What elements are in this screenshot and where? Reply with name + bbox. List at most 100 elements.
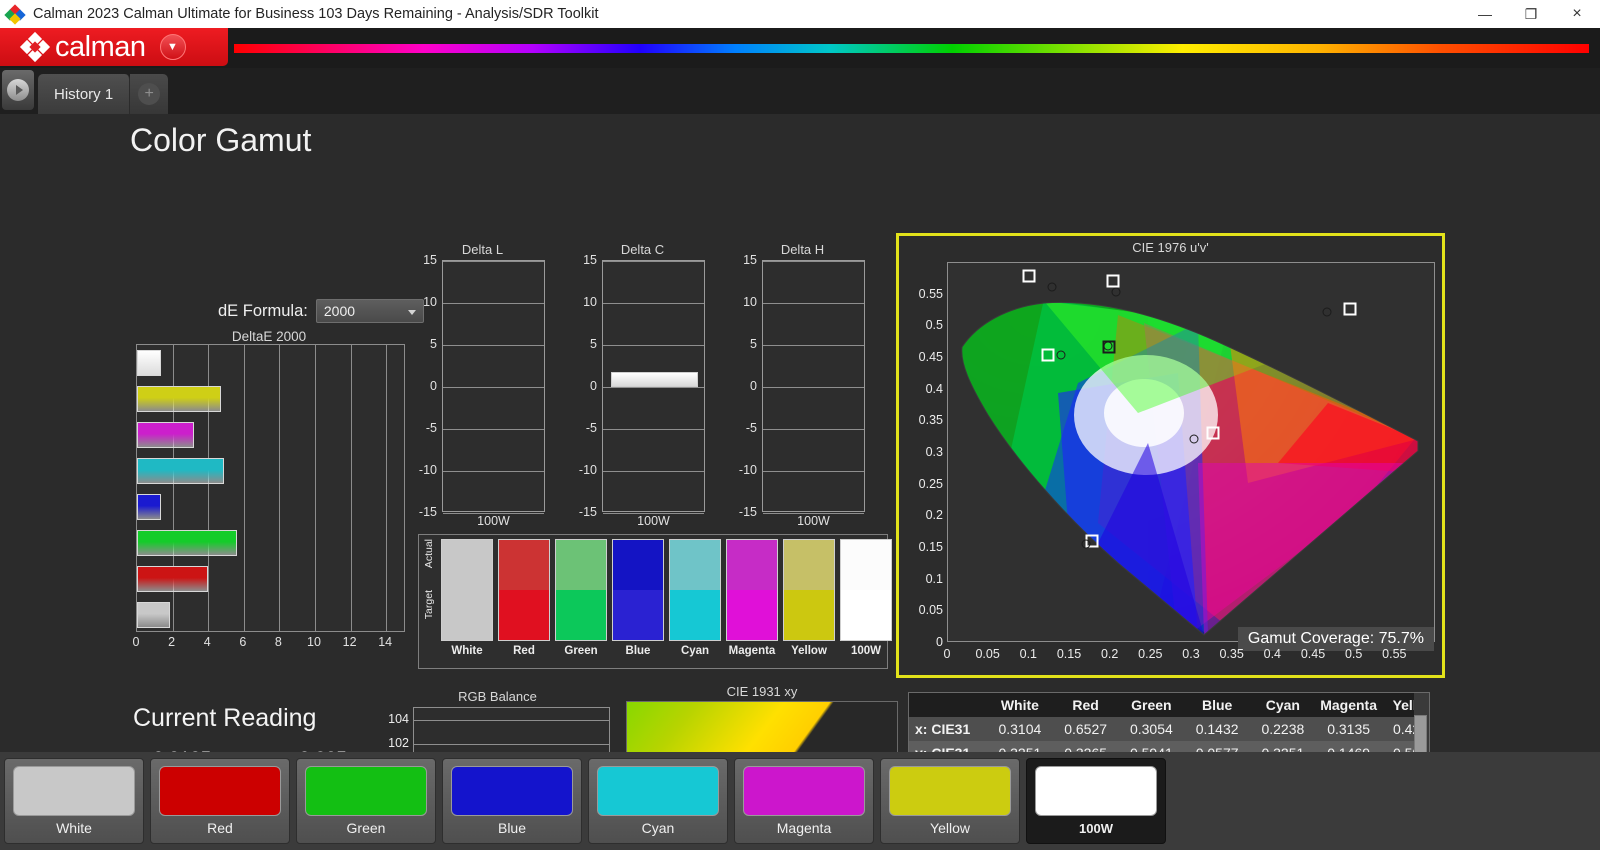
column-header[interactable]: Blue	[1184, 693, 1250, 717]
table-row[interactable]: x: CIE31 0.3104 0.6527 0.3054 0.1432 0.2238 0.…	[909, 717, 1414, 741]
axis-tick-label: 0	[132, 635, 140, 649]
axis-tick-label: 2	[168, 635, 176, 649]
gridline	[603, 471, 704, 472]
delta-l-title: Delta L	[461, 242, 504, 257]
table-row	[137, 602, 170, 628]
sidebar-expand-button[interactable]	[2, 70, 34, 110]
delta-h-title: Delta H	[780, 242, 825, 257]
delta-h-plot-area	[762, 260, 865, 514]
axis-tick-label: 0	[430, 379, 437, 393]
swatch-actual	[556, 540, 606, 590]
swatch-target	[442, 590, 492, 640]
pattern-button-cyan[interactable]: Cyan	[588, 758, 728, 844]
pattern-swatch	[305, 766, 427, 816]
pattern-button-yellow[interactable]: Yellow	[880, 758, 1020, 844]
pattern-button-red[interactable]: Red	[150, 758, 290, 844]
column-header[interactable]: Yellow	[1381, 693, 1414, 717]
gridline	[315, 345, 316, 631]
swatch-label: Red	[513, 645, 535, 657]
target-marker-red	[1343, 302, 1357, 316]
target-marker-yellow	[1106, 274, 1120, 288]
measured-marker-magenta	[1189, 434, 1199, 444]
gamut-coverage-label: Gamut Coverage:	[1247, 630, 1375, 647]
swatch-green[interactable]	[555, 539, 607, 641]
minimize-button[interactable]: —	[1462, 0, 1508, 28]
axis-tick-label: 5	[590, 337, 597, 351]
axis-tick-label: 104	[388, 712, 409, 726]
swatch-cyan[interactable]	[669, 539, 721, 641]
pattern-button-100w[interactable]: 100W	[1026, 758, 1166, 844]
gridline	[443, 387, 544, 388]
close-button[interactable]: ×	[1554, 0, 1600, 28]
axis-tick-label: 0.45	[1300, 647, 1326, 661]
title-bar: Calman 2023 Calman Ultimate for Business…	[0, 0, 1600, 28]
table-cell: 0.3135	[1315, 717, 1382, 741]
cie-1931-title: CIE 1931 xy	[726, 684, 798, 699]
delta-l-chart: Delta L 100W 15 10 5 0 -5 -10 -15	[419, 242, 545, 528]
tab-history-1[interactable]: History 1	[38, 74, 131, 114]
swatch-label: Blue	[625, 645, 651, 657]
gridline	[386, 345, 388, 631]
column-header[interactable]: Cyan	[1250, 693, 1316, 717]
delta-e-chart: DeltaE 2000 0 2 4 6 8 10 12 14	[133, 329, 405, 649]
gridline	[603, 345, 704, 346]
column-header[interactable]: Green	[1118, 693, 1185, 717]
gridline	[763, 261, 864, 262]
pattern-button-green[interactable]: Green	[296, 758, 436, 844]
swatch-actual	[727, 540, 777, 590]
swatch-white[interactable]	[441, 539, 493, 641]
cie-1976-uv-chart: CIE 1976 u'v' Gamut Coverage: 75.7% 0 0.…	[896, 233, 1445, 678]
current-reading-title: Current Reading	[133, 704, 317, 732]
pattern-swatch	[743, 766, 865, 816]
bottom-toolbar: WhiteRedGreenBlueCyanMagentaYellow100W ■…	[0, 752, 1600, 850]
spectrum-gradient-bar	[234, 44, 1589, 53]
swatch-magenta[interactable]	[726, 539, 778, 641]
add-tab-button[interactable]: +	[130, 74, 169, 114]
column-header[interactable]	[909, 693, 987, 717]
swatch-100w[interactable]	[840, 539, 892, 641]
axis-tick-label: 5	[430, 337, 437, 351]
swatch-label: Yellow	[791, 645, 827, 657]
calman-brand-button[interactable]: calman ▼	[0, 28, 228, 66]
swatch-label: 100W	[850, 645, 882, 657]
pattern-button-label: 100W	[1079, 821, 1113, 836]
delta-e-x-axis: 0 2 4 6 8 10 12 14	[133, 635, 405, 653]
cie-1976-plot-area[interactable]	[947, 262, 1435, 642]
cie-1976-title: CIE 1976 u'v'	[1132, 240, 1209, 255]
axis-tick-label: 0.4	[925, 381, 943, 396]
swatch-target	[670, 590, 720, 640]
axis-tick-label: -15	[738, 505, 757, 519]
tab-group: History 1 +	[38, 74, 169, 114]
target-marker-cyan	[1041, 348, 1055, 362]
swatch-label: Cyan	[680, 645, 710, 657]
cie-1976-horseshoe	[961, 301, 1419, 636]
pattern-swatch	[1035, 766, 1157, 816]
de-formula-label: dE Formula:	[218, 301, 308, 320]
axis-tick-label: 0.15	[918, 540, 943, 554]
measured-marker-green	[1047, 282, 1057, 292]
measured-marker-yellow	[1111, 287, 1121, 296]
delta-e-plot-area	[136, 344, 405, 632]
axis-tick-label: 12	[342, 635, 357, 649]
table-cell: 0.1432	[1184, 717, 1250, 741]
swatch-yellow[interactable]	[783, 539, 835, 641]
pattern-button-white[interactable]: White	[4, 758, 144, 844]
pattern-button-label: Green	[346, 820, 386, 836]
swatch-blue[interactable]	[612, 539, 664, 641]
table-row	[137, 530, 237, 556]
de-formula-select[interactable]: 2000	[315, 299, 424, 323]
swatch-red[interactable]	[498, 539, 550, 641]
pattern-button-magenta[interactable]: Magenta	[734, 758, 874, 844]
maximize-button[interactable]: ❐	[1508, 0, 1554, 28]
gridline	[603, 303, 704, 304]
axis-tick-label: -10	[738, 463, 757, 477]
gridline	[763, 303, 864, 304]
swatch-target	[613, 590, 663, 640]
pattern-button-blue[interactable]: Blue	[442, 758, 582, 844]
tab-bar: History 1 + X-Rite ColorMunki Spectro Di…	[0, 68, 1600, 179]
brand-menu-chevron-down-icon[interactable]: ▼	[159, 34, 186, 60]
column-header[interactable]: White	[987, 693, 1053, 717]
column-header[interactable]: Magenta	[1315, 693, 1382, 717]
axis-tick-label: -15	[578, 505, 597, 519]
column-header[interactable]: Red	[1052, 693, 1119, 717]
